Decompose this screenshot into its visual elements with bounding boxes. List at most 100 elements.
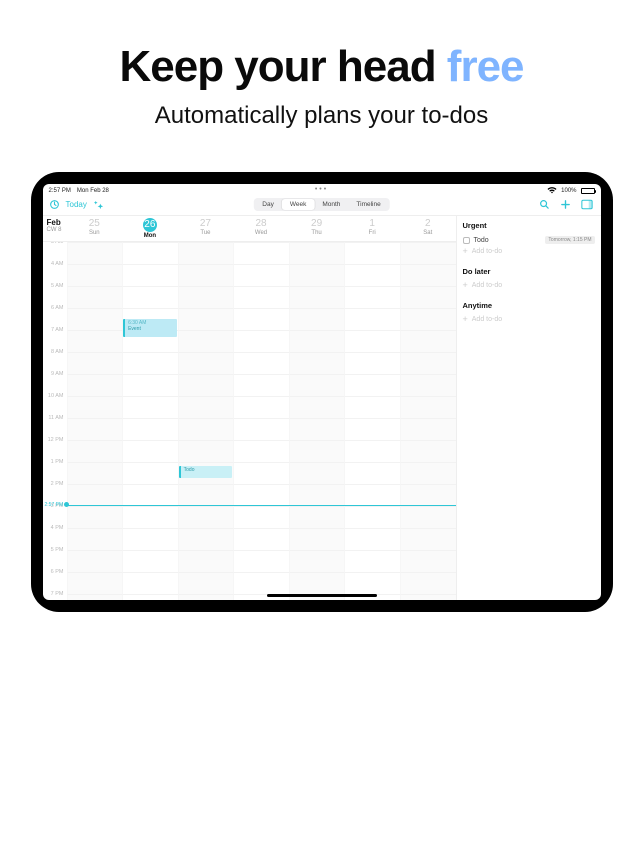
time-cell[interactable] [400,440,456,462]
time-cell[interactable] [178,242,234,264]
day-column-sun[interactable]: 25Sun [67,216,123,241]
day-column-fri[interactable]: 1Fri [344,216,400,241]
checkbox-icon[interactable] [463,237,470,244]
time-cell[interactable] [67,242,123,264]
time-cell[interactable] [400,352,456,374]
time-cell[interactable] [344,418,400,440]
time-cell[interactable] [233,506,289,528]
time-cell[interactable] [67,506,123,528]
time-cell[interactable] [178,352,234,374]
add-todo-button[interactable]: +Add to-do [463,280,595,291]
time-cell[interactable] [178,418,234,440]
calendar-icon[interactable] [49,199,60,210]
time-cell[interactable] [400,242,456,264]
time-cell[interactable] [178,440,234,462]
time-cell[interactable] [122,550,178,572]
time-cell[interactable] [344,374,400,396]
time-cell[interactable] [122,506,178,528]
time-cell[interactable] [400,286,456,308]
add-icon[interactable] [560,199,571,210]
time-cell[interactable] [67,550,123,572]
time-cell[interactable] [344,242,400,264]
time-cell[interactable] [289,572,345,594]
time-cell[interactable] [122,374,178,396]
time-cell[interactable] [400,330,456,352]
multitask-dots[interactable]: ••• [315,186,328,193]
time-cell[interactable] [178,484,234,506]
time-cell[interactable] [289,264,345,286]
day-column-wed[interactable]: 28Wed [233,216,289,241]
time-cell[interactable] [67,374,123,396]
time-cell[interactable] [344,550,400,572]
time-cell[interactable] [289,418,345,440]
time-cell[interactable] [233,572,289,594]
time-cell[interactable] [400,374,456,396]
time-cell[interactable] [400,308,456,330]
time-cell[interactable] [400,264,456,286]
day-column-mon[interactable]: 26Mon [122,216,178,241]
search-icon[interactable] [539,199,550,210]
today-button[interactable]: Today [66,200,87,209]
calendar-event[interactable]: 6:30 AMEvent [123,319,177,337]
time-cell[interactable] [67,264,123,286]
time-cell[interactable] [67,462,123,484]
time-cell[interactable] [122,440,178,462]
time-cell[interactable] [344,440,400,462]
time-cell[interactable] [67,308,123,330]
calendar-todo[interactable]: Todo [179,466,233,478]
time-cell[interactable] [289,374,345,396]
time-cell[interactable] [178,572,234,594]
time-cell[interactable] [289,286,345,308]
time-cell[interactable] [233,418,289,440]
time-cell[interactable] [400,528,456,550]
time-cell[interactable] [344,528,400,550]
time-cell[interactable] [122,462,178,484]
time-cell[interactable] [289,396,345,418]
time-cell[interactable] [400,572,456,594]
time-cell[interactable] [122,286,178,308]
time-cell[interactable] [122,352,178,374]
time-cell[interactable] [233,484,289,506]
time-cell[interactable] [233,242,289,264]
time-cell[interactable] [178,374,234,396]
time-cell[interactable] [344,308,400,330]
time-cell[interactable] [67,528,123,550]
time-cell[interactable] [178,550,234,572]
day-column-tue[interactable]: 27Tue [178,216,234,241]
time-cell[interactable] [344,572,400,594]
time-cell[interactable] [122,396,178,418]
time-cell[interactable] [344,264,400,286]
time-cell[interactable] [233,462,289,484]
time-cell[interactable] [233,308,289,330]
time-cell[interactable] [233,528,289,550]
view-tab-timeline[interactable]: Timeline [348,199,388,210]
time-cell[interactable] [67,440,123,462]
time-cell[interactable] [67,396,123,418]
time-cell[interactable] [67,418,123,440]
sparkle-icon[interactable] [93,199,104,210]
time-cell[interactable] [233,440,289,462]
panel-icon[interactable] [581,199,593,210]
time-cell[interactable] [67,572,123,594]
time-cell[interactable] [289,308,345,330]
time-cell[interactable] [344,396,400,418]
time-cell[interactable] [400,396,456,418]
time-cell[interactable] [344,352,400,374]
time-cell[interactable] [122,264,178,286]
time-cell[interactable] [122,572,178,594]
time-cell[interactable] [289,550,345,572]
time-cell[interactable] [122,418,178,440]
time-cell[interactable] [233,352,289,374]
view-tab-week[interactable]: Week [282,199,315,210]
time-cell[interactable] [178,286,234,308]
time-cell[interactable] [400,506,456,528]
time-cell[interactable] [400,484,456,506]
time-cell[interactable] [122,528,178,550]
time-cell[interactable] [122,594,178,600]
todo-item[interactable]: TodoTomorrow, 1:15 PM [463,234,595,246]
time-cell[interactable] [289,352,345,374]
time-cell[interactable] [289,506,345,528]
time-cell[interactable] [233,264,289,286]
time-cell[interactable] [233,396,289,418]
time-cell[interactable] [400,418,456,440]
